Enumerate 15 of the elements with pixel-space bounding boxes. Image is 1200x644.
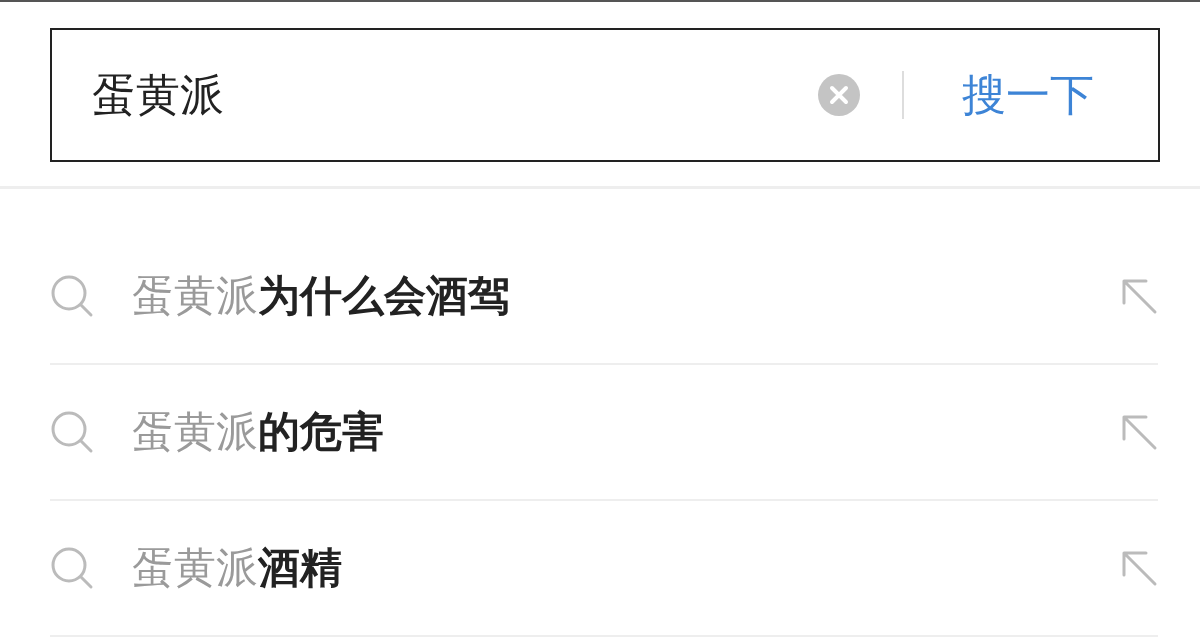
arrow-up-left-icon[interactable]	[1120, 277, 1158, 315]
suggestion-text: 蛋黄派酒精	[132, 542, 343, 594]
search-icon	[50, 410, 94, 454]
search-icon	[50, 546, 94, 590]
suggestion-text: 蛋黄派的危害	[132, 406, 385, 458]
search-icon	[50, 274, 94, 318]
suggestion-item[interactable]: 蛋黄派的危害	[50, 365, 1158, 501]
arrow-up-left-icon[interactable]	[1120, 413, 1158, 451]
clear-icon[interactable]	[818, 74, 860, 116]
suggestion-item[interactable]: 蛋黄派酒精	[50, 501, 1158, 637]
suggestion-item[interactable]: 蛋黄派为什么会酒驾	[50, 229, 1158, 365]
suggestion-text: 蛋黄派为什么会酒驾	[132, 270, 511, 322]
arrow-up-left-icon[interactable]	[1120, 549, 1158, 587]
search-field[interactable]: 蛋黄派 搜一下	[50, 28, 1160, 162]
search-button[interactable]: 搜一下	[962, 65, 1094, 125]
